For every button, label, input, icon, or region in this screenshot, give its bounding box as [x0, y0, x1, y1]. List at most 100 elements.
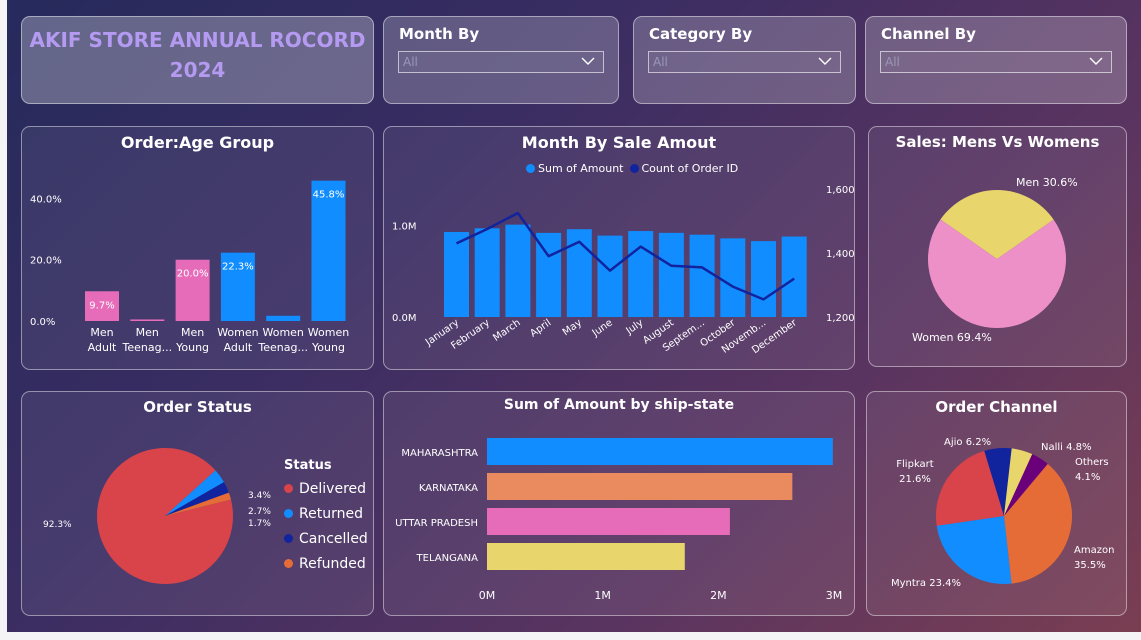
- pie-slice: [936, 516, 1012, 584]
- x-tick-label: 1M: [594, 589, 611, 602]
- x-tick-label: Women: [217, 326, 258, 339]
- legend-label: Returned: [299, 505, 363, 522]
- y-tick-label: MAHARASHTRA: [401, 448, 478, 459]
- bar: [487, 473, 793, 500]
- y-tick-label: 20.0%: [30, 256, 62, 267]
- category-slicer-label: Category By: [649, 25, 753, 43]
- dashboard-canvas: AKIF STORE ANNUAL ROCORD 2024 Month By A…: [7, 0, 1141, 632]
- pie-label: 3.4%: [248, 491, 271, 501]
- y-tick-label: UTTAR PRADESH: [395, 518, 478, 529]
- bar: [487, 543, 685, 570]
- y-tick-label-left: 1.0M: [392, 222, 417, 233]
- category-slicer-value: All: [653, 55, 668, 69]
- x-tick-label: 0M: [479, 589, 496, 602]
- gender-pie-chart: Men 30.6% Women 69.4%: [912, 176, 1078, 344]
- y-tick-label-right: 1,600: [826, 185, 854, 196]
- ship-state-bar-chart: MAHARASHTRA KARNATAKA UTTAR PRADESH TELANGA…: [395, 438, 843, 602]
- bar: [505, 224, 531, 317]
- x-tick-label: April: [528, 317, 553, 339]
- pie-label: Myntra 23.4%: [891, 578, 961, 589]
- status-legend: Status Delivered Returned Cancelled Refunde…: [284, 458, 368, 576]
- chevron-down-icon: [581, 57, 595, 65]
- legend-swatch: [284, 534, 293, 543]
- y-tick-label-right: 1,400: [826, 249, 854, 260]
- y-tick-label-right: 1,200: [826, 313, 854, 324]
- month-slicer: Month By All: [383, 16, 619, 104]
- x-tick-label: Women: [262, 326, 303, 339]
- channel-slicer: Channel By All: [865, 16, 1127, 104]
- legend-label: Cancelled: [299, 530, 368, 547]
- pie-label: Women 69.4%: [912, 331, 992, 344]
- gender-sales-card: Sales: Mens Vs Womens Men 30.6% Women 69.…: [868, 126, 1127, 367]
- dashboard-title: AKIF STORE ANNUAL ROCORD 2024: [22, 25, 373, 85]
- bar: [130, 319, 165, 321]
- channel-slicer-label: Channel By: [881, 25, 976, 43]
- order-channel-card: Order Channel Amazon 35.5% Myntra 23.4% Fli…: [866, 391, 1127, 616]
- data-label: 45.8%: [313, 190, 345, 201]
- status-legend-item[interactable]: Refunded: [284, 551, 368, 576]
- bar: [781, 236, 807, 317]
- x-tick-label: Teenag...: [122, 341, 173, 354]
- status-legend-title: Status: [284, 458, 332, 473]
- y-tick-label: KARNATAKA: [419, 483, 478, 494]
- y-tick-label: 40.0%: [30, 194, 62, 205]
- ship-state-card: Sum of Amount by ship-state MAHARASHTRA K…: [383, 391, 855, 616]
- x-tick-label: 3M: [826, 589, 843, 602]
- x-tick-label: Men: [136, 326, 159, 339]
- x-tick-label: Young: [311, 341, 345, 354]
- status-legend-item[interactable]: Returned: [284, 501, 368, 526]
- title-card: AKIF STORE ANNUAL ROCORD 2024: [21, 16, 374, 104]
- bar: [487, 438, 833, 465]
- y-tick-label: TELANGANA: [416, 553, 479, 564]
- x-tick-label: 2M: [710, 589, 727, 602]
- data-label: 22.3%: [222, 262, 254, 273]
- category-slicer: Category By All: [633, 16, 856, 104]
- bar: [311, 180, 346, 321]
- bar: [751, 241, 776, 317]
- pie-label: Flipkart: [896, 459, 934, 470]
- x-tick-label: Men: [181, 326, 204, 339]
- pie-label: Others: [1075, 457, 1109, 468]
- channel-slicer-dropdown[interactable]: All: [880, 51, 1112, 73]
- pie-label: Nalli 4.8%: [1041, 442, 1092, 453]
- bar: [658, 232, 684, 317]
- x-tick-label: Teenag...: [257, 341, 308, 354]
- legend-label: Delivered: [299, 480, 367, 497]
- bar: [474, 228, 500, 317]
- x-tick-label: May: [561, 317, 584, 338]
- y-tick-label-left: 0.0M: [392, 313, 417, 324]
- pie-label: Amazon: [1074, 545, 1114, 556]
- legend-swatch: [284, 484, 293, 493]
- age-group-chart: 0.0% 20.0% 40.0% 9.7% Men Adult Men Teenag... 20…: [30, 180, 349, 354]
- x-tick-label: Women: [308, 326, 349, 339]
- category-slicer-dropdown[interactable]: All: [648, 51, 841, 73]
- month-slicer-dropdown[interactable]: All: [398, 51, 604, 73]
- x-tick-label: Adult: [224, 341, 253, 354]
- bar: [689, 234, 715, 317]
- legend-swatch: [284, 559, 293, 568]
- status-legend-item[interactable]: Cancelled: [284, 526, 368, 551]
- legend-label: Refunded: [299, 555, 366, 572]
- month-slicer-label: Month By: [399, 25, 480, 43]
- pie-slice: [96, 447, 233, 584]
- pie-label: 2.7%: [248, 507, 271, 517]
- dashboard-title-line2: 2024: [169, 58, 226, 82]
- pie-label: 1.7%: [248, 519, 271, 529]
- data-label: 9.7%: [89, 300, 114, 311]
- pie-label: Ajio 6.2%: [944, 437, 991, 448]
- order-channel-pie-chart: Amazon 35.5% Myntra 23.4% Flipkart 21.6% Ajio…: [891, 437, 1114, 589]
- dashboard-title-line1: AKIF STORE ANNUAL ROCORD: [29, 28, 366, 52]
- bar: [628, 231, 654, 317]
- status-legend-item[interactable]: Delivered: [284, 476, 368, 501]
- x-tick-label: Adult: [88, 341, 117, 354]
- y-tick-label: 0.0%: [30, 317, 55, 328]
- data-label: 20.0%: [177, 269, 209, 280]
- order-status-card: Order Status 92.3% 3.4% 2.7% 1.7% Status De…: [21, 391, 374, 616]
- pie-label: 92.3%: [43, 520, 72, 530]
- x-tick-label: July: [624, 317, 646, 337]
- legend-swatch: [284, 509, 293, 518]
- bar: [597, 235, 623, 317]
- chevron-down-icon: [1089, 57, 1103, 65]
- x-tick-label: Young: [175, 341, 209, 354]
- x-tick-label: Men: [90, 326, 113, 339]
